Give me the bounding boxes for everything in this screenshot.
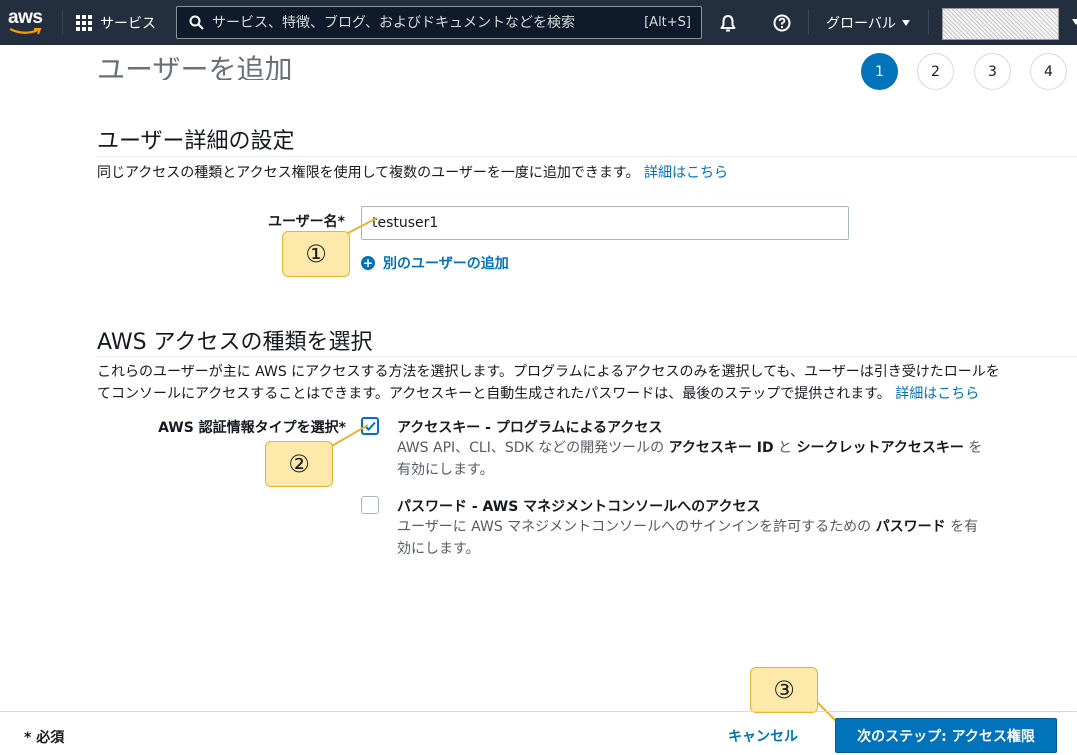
callout-3: ③ <box>750 667 818 713</box>
required-note: * 必須 <box>24 730 65 746</box>
callout-connectors <box>329 217 849 734</box>
cancel-button[interactable]: キャンセル <box>728 726 798 746</box>
callout-1: ① <box>282 231 350 277</box>
callout-2: ② <box>265 441 333 487</box>
footer-divider <box>0 711 1077 712</box>
next-step-permissions-button[interactable]: 次のステップ: アクセス権限 <box>835 718 1057 753</box>
